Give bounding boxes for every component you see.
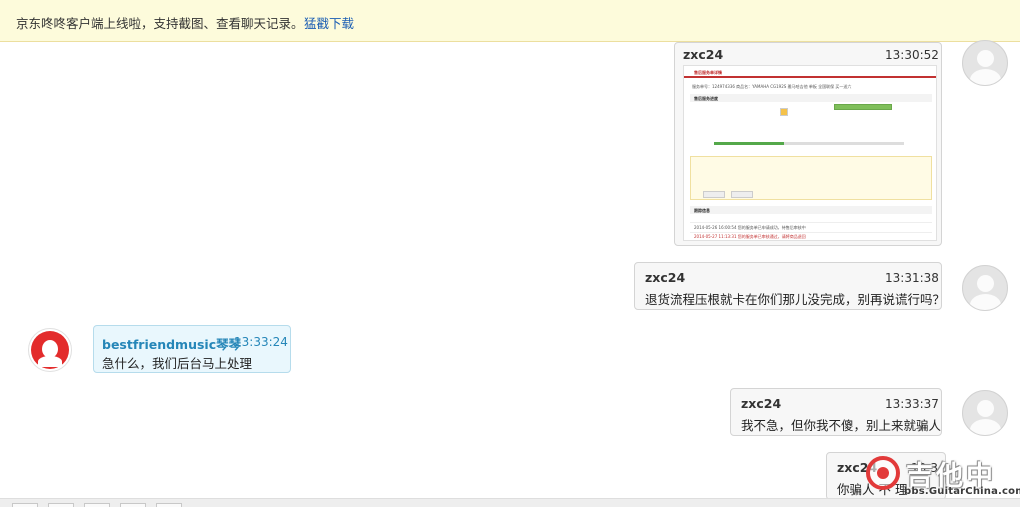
message-bubble-image: zxc24 13:30:52 售后服务单详情 服务单号：124974336 商品… [674, 42, 942, 246]
screenshot-progress-bar [714, 142, 904, 145]
order-screenshot-image[interactable]: 售后服务单详情 服务单号：124974336 商品名：YAMAHA CG192S… [683, 65, 937, 241]
banner-text: 京东咚咚客户端上线啦，支持截图、查看聊天记录。 [16, 16, 304, 31]
screenshot-tracking-section: 跟踪信息 [690, 206, 932, 214]
sender-name: zxc24 [741, 396, 782, 411]
screenshot-button [731, 191, 753, 198]
message-time: 13:33:37 [885, 397, 939, 411]
screenshot-log-row: 2014-05-26 16:00:54 您的服务单已申请成功，待售后审核中 [694, 225, 806, 230]
service-sender-name: bestfriendmusic琴琴 [102, 337, 242, 352]
user-avatar[interactable] [962, 390, 1008, 436]
screenshot-row-divider [690, 232, 932, 233]
message-time: 13:30:52 [885, 48, 939, 62]
notice-banner: 京东咚咚客户端上线啦，支持截图、查看聊天记录。 猛戳下载 [0, 0, 1020, 42]
service-avatar[interactable] [28, 328, 72, 372]
screenshot-header: 售后服务单详情 [684, 66, 936, 78]
toolbar-button[interactable] [156, 503, 182, 507]
message-text: 急什么，我们后台马上处理 [102, 356, 253, 371]
screenshot-order-line: 服务单号：124974336 商品名：YAMAHA CG192S 雅马哈吉他 单… [692, 84, 852, 89]
service-message-bubble: bestfriendmusic琴琴 13:33:24 急什么，我们后台马上处理 [93, 325, 291, 373]
screenshot-badge [780, 108, 788, 116]
screenshot-notice-box [690, 156, 932, 200]
guitar-logo-icon [866, 456, 900, 490]
screenshot-tab: 售后服务单详情 [694, 70, 722, 75]
input-toolbar [0, 498, 1020, 507]
toolbar-button[interactable] [12, 503, 38, 507]
message-bubble: zxc24 13:31:38 退货流程压根就卡在你们那儿没完成，别再说谎行吗？ [634, 262, 946, 310]
toolbar-button[interactable] [48, 503, 74, 507]
screenshot-row-divider [690, 222, 932, 223]
screenshot-step-boxes [834, 104, 892, 110]
message-time: 13:33:24 [234, 335, 288, 349]
screenshot-log-row: 2014-05-27 11:13:31 您的服务单已审核通过，请将商品退回 [694, 234, 806, 239]
sender-name: zxc24 [683, 47, 724, 62]
download-link[interactable]: 猛戳下载 [304, 13, 354, 32]
sender-name: zxc24 [645, 270, 686, 285]
message-time: 13:31:38 [885, 271, 939, 285]
screenshot-button [703, 191, 725, 198]
screenshot-progress-section: 售后服务进度 [690, 94, 932, 102]
user-avatar[interactable] [962, 40, 1008, 86]
toolbar-button[interactable] [120, 503, 146, 507]
site-watermark: 吉他中国 bbs.GuitarChina.com [866, 454, 1020, 507]
message-bubble: zxc24 13:33:37 我不急，但你我不傻，别上来就骗人 [730, 388, 942, 436]
watermark-url: bbs.GuitarChina.com [904, 486, 1020, 497]
message-text: 我不急，但你我不傻，别上来就骗人 [741, 418, 942, 433]
user-avatar[interactable] [962, 265, 1008, 311]
toolbar-button[interactable] [84, 503, 110, 507]
message-text: 退货流程压根就卡在你们那儿没完成，别再说谎行吗？ [645, 292, 946, 307]
